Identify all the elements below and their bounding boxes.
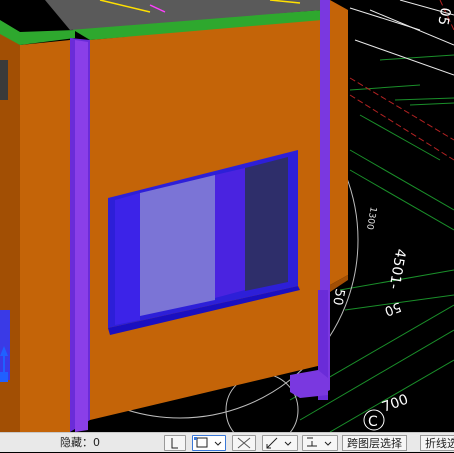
window-glass-light xyxy=(140,175,215,316)
hidden-count-label: 隐藏：0 xyxy=(60,436,100,449)
polyline-select-button[interactable]: 折线选择 xyxy=(420,435,454,451)
dimension-50-a: 50 xyxy=(329,287,347,306)
snap-toggle-icon xyxy=(171,438,178,449)
dimension-top: 05 xyxy=(434,6,453,26)
ortho-toggle-icon xyxy=(194,437,222,448)
window-glass-left xyxy=(115,193,140,325)
snap-toggle-button[interactable] xyxy=(164,435,186,451)
cross-floor-select-button[interactable]: 跨图层选择 xyxy=(342,435,407,451)
object-snap-icon xyxy=(266,437,292,449)
close-icon xyxy=(237,437,251,449)
track-icon xyxy=(307,437,332,447)
ortho-toggle-button[interactable] xyxy=(192,435,226,451)
model-viewport[interactable]: C 700 50 50 4501- 05 1300 xyxy=(0,0,454,447)
window-glass-mid xyxy=(215,168,245,298)
window-glass-dark xyxy=(245,157,288,291)
track-button[interactable] xyxy=(302,435,338,451)
c-axis-marker: C xyxy=(368,414,378,430)
column-base xyxy=(290,370,328,398)
close-cross-button[interactable] xyxy=(232,435,256,451)
object-snap-button[interactable] xyxy=(262,435,298,451)
status-bar: 隐藏：0 跨图层选择 折线选择 xyxy=(0,432,454,452)
left-wall-face xyxy=(20,40,70,432)
